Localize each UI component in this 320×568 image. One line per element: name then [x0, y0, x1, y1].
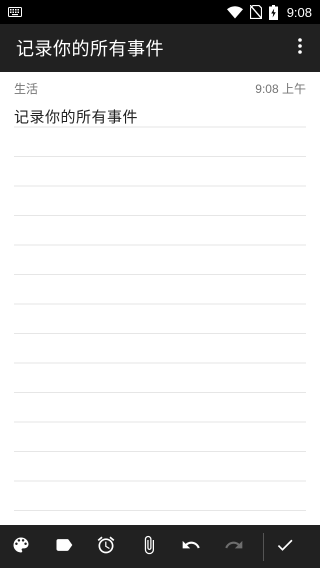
check-icon — [275, 535, 295, 559]
bottom-toolbar — [0, 525, 320, 568]
save-button[interactable] — [264, 525, 306, 568]
reminder-button[interactable] — [85, 525, 128, 568]
note-category[interactable]: 生活 — [14, 80, 38, 97]
redo-icon — [224, 535, 244, 559]
more-vert-icon — [298, 38, 302, 58]
status-right: 9:08 — [226, 4, 312, 20]
note-text[interactable]: 记录你的所有事件 — [14, 106, 138, 127]
keyboard-icon — [8, 7, 22, 17]
attach-icon — [139, 535, 159, 559]
page-title: 记录你的所有事件 — [16, 39, 164, 60]
undo-button[interactable] — [170, 525, 213, 568]
undo-icon — [181, 535, 201, 559]
status-bar: 9:08 — [0, 0, 320, 24]
status-left — [8, 7, 22, 17]
app-bar: 记录你的所有事件 — [0, 24, 320, 72]
attach-button[interactable] — [128, 525, 171, 568]
status-time: 9:08 — [286, 4, 312, 20]
alarm-icon — [96, 535, 116, 559]
wifi-icon — [226, 5, 243, 19]
overflow-menu-button[interactable] — [286, 28, 314, 68]
no-sim-icon — [249, 5, 262, 19]
note-timestamp: 9:08 上午 — [255, 81, 306, 96]
label-icon — [54, 535, 74, 559]
palette-button[interactable] — [0, 525, 43, 568]
redo-button[interactable] — [213, 525, 256, 568]
note-meta-row: 生活 9:08 上午 — [0, 78, 320, 98]
label-button[interactable] — [43, 525, 86, 568]
palette-icon — [11, 535, 31, 559]
note-editor[interactable]: 记录你的所有事件 — [14, 98, 306, 518]
battery-charging-icon — [268, 4, 278, 20]
